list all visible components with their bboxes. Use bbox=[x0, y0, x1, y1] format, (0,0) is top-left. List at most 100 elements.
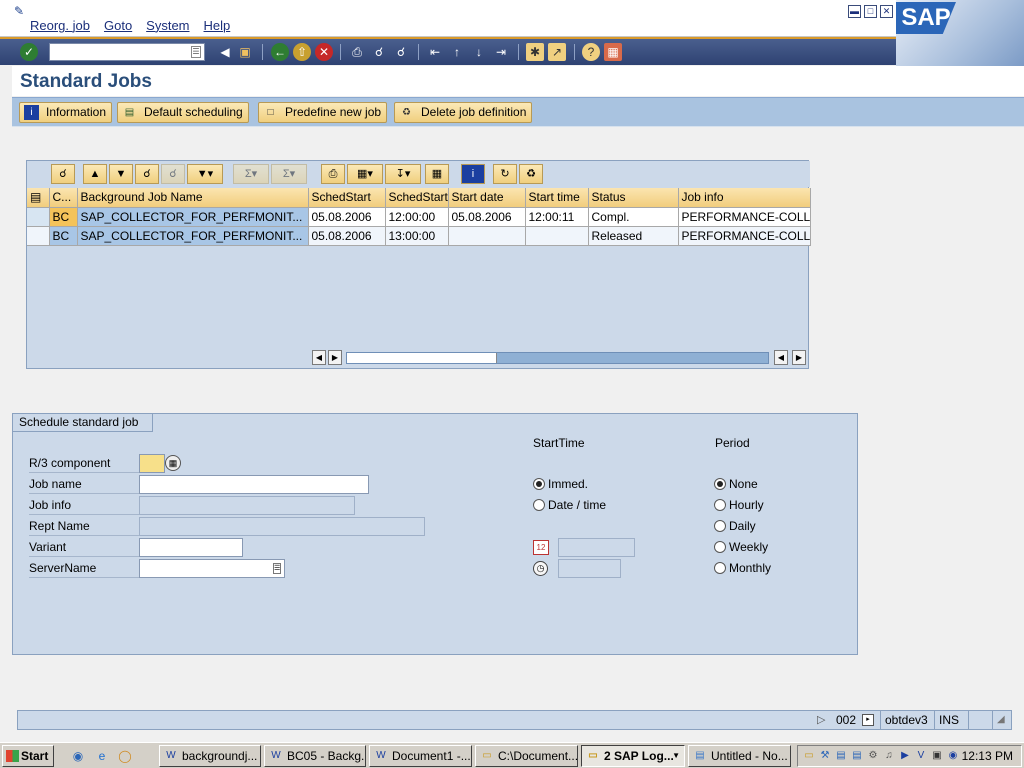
scrollbar-track[interactable] bbox=[346, 352, 769, 364]
info-icon[interactable]: i bbox=[461, 164, 485, 184]
column-header[interactable]: Start time bbox=[525, 188, 589, 208]
column-header[interactable]: Job info bbox=[678, 188, 811, 208]
scroll-left-icon[interactable]: ◀ bbox=[774, 350, 788, 365]
default-scheduling-button[interactable]: ▤ Default scheduling bbox=[117, 102, 249, 123]
views-icon[interactable]: ▦▾ bbox=[347, 164, 383, 184]
select-all-icon[interactable]: ▤ bbox=[27, 188, 50, 208]
exit-icon[interactable]: ⇧ bbox=[293, 43, 311, 61]
start-immediate-radio[interactable] bbox=[533, 478, 545, 490]
delete-job-definition-button[interactable]: ♻ Delete job definition bbox=[394, 102, 533, 123]
tray-settings-icon[interactable]: ⚙ bbox=[866, 749, 880, 763]
next-page-icon[interactable]: ↓ bbox=[470, 43, 488, 61]
sap-logon-icon[interactable]: ◉ bbox=[69, 747, 87, 765]
horizontal-scrollbar[interactable]: ◀ ▶ ◀ ▶ bbox=[310, 350, 810, 366]
predefine-new-job-button[interactable]: □ Predefine new job bbox=[258, 102, 388, 123]
find-next-icon[interactable]: ☌ bbox=[392, 43, 410, 61]
resize-grip-icon[interactable]: ◢ bbox=[992, 711, 1012, 729]
status-expand-icon[interactable]: ▷ bbox=[817, 713, 825, 726]
back-icon[interactable]: ← bbox=[271, 43, 289, 61]
last-page-icon[interactable]: ⇥ bbox=[492, 43, 510, 61]
menu-system[interactable]: System bbox=[146, 18, 189, 33]
r3-component-input[interactable] bbox=[139, 454, 165, 473]
sort-ascending-icon[interactable]: ▲ bbox=[83, 164, 107, 184]
tray-sync-icon[interactable]: ▤ bbox=[850, 749, 864, 763]
first-page-icon[interactable]: ⇤ bbox=[426, 43, 444, 61]
export-icon[interactable]: ↧▾ bbox=[385, 164, 421, 184]
print-preview-icon[interactable]: ⎙ bbox=[321, 164, 345, 184]
table-row[interactable]: BC SAP_COLLECTOR_FOR_PERFMONIT... 05.08.… bbox=[27, 207, 811, 227]
layout-icon[interactable]: ▦ bbox=[425, 164, 449, 184]
back-arrow-icon[interactable]: ◀ bbox=[216, 43, 234, 61]
internet-explorer-icon[interactable]: e bbox=[93, 747, 111, 765]
table-row[interactable]: BC SAP_COLLECTOR_FOR_PERFMONIT... 05.08.… bbox=[27, 226, 811, 246]
tray-media-icon[interactable]: ▶ bbox=[898, 749, 912, 763]
start-date-time-radio[interactable] bbox=[533, 499, 545, 511]
command-history-icon[interactable]: ☰ bbox=[191, 46, 201, 58]
information-button[interactable]: i Information bbox=[19, 102, 113, 123]
tray-network-icon[interactable]: ⚒ bbox=[818, 749, 832, 763]
tray-volume-icon[interactable]: ♫ bbox=[882, 749, 896, 763]
restore-icon[interactable]: □ bbox=[864, 5, 877, 18]
trash-icon[interactable]: ♻ bbox=[519, 164, 543, 184]
tray-shield-icon[interactable]: V bbox=[914, 749, 928, 763]
refresh-icon[interactable]: ↻ bbox=[493, 164, 517, 184]
print-icon[interactable]: ⎙ bbox=[348, 43, 366, 61]
command-field[interactable]: ☰ bbox=[49, 43, 205, 61]
session-list-icon[interactable]: ▸ bbox=[862, 714, 874, 726]
task-bc05[interactable]: W BC05 - Backg... bbox=[264, 745, 366, 767]
tray-folder-icon[interactable]: ▭ bbox=[802, 749, 816, 763]
menu-reorg-job[interactable]: Reorg. job bbox=[30, 18, 90, 33]
tray-messenger-icon[interactable]: ◉ bbox=[946, 749, 960, 763]
help-icon[interactable]: ? bbox=[582, 43, 600, 61]
column-header[interactable]: Background Job Name bbox=[77, 188, 309, 208]
find-icon[interactable]: ☌ bbox=[370, 43, 388, 61]
task-backgroundj[interactable]: W backgroundj... bbox=[159, 745, 261, 767]
task-document1[interactable]: W Document1 -... bbox=[369, 745, 472, 767]
column-header[interactable]: Status bbox=[588, 188, 679, 208]
scroll-first-icon[interactable]: ◀ bbox=[312, 350, 326, 365]
job-name-input[interactable] bbox=[139, 475, 369, 494]
menu-help[interactable]: Help bbox=[204, 18, 231, 33]
period-daily-radio[interactable] bbox=[714, 520, 726, 532]
period-monthly-radio[interactable] bbox=[714, 562, 726, 574]
task-documents-folder[interactable]: ▭ C:\Document... bbox=[475, 745, 578, 767]
task-sap-logon[interactable]: ▭ 2 SAP Log... ▼ bbox=[581, 745, 685, 767]
cancel-icon[interactable]: ✕ bbox=[315, 43, 333, 61]
column-header[interactable]: SchedStart bbox=[385, 188, 449, 208]
column-header[interactable]: SchedStart bbox=[308, 188, 386, 208]
start-button[interactable]: Start bbox=[2, 745, 54, 767]
previous-page-icon[interactable]: ↑ bbox=[448, 43, 466, 61]
scrollbar-thumb[interactable] bbox=[347, 353, 497, 363]
minimize-icon[interactable]: ▬ bbox=[848, 5, 861, 18]
find-icon[interactable]: ☌ bbox=[135, 164, 159, 184]
server-name-dropdown-icon[interactable]: ☰ bbox=[273, 563, 281, 574]
period-hourly-radio[interactable] bbox=[714, 499, 726, 511]
scroll-right-icon[interactable]: ▶ bbox=[328, 350, 342, 365]
close-icon[interactable]: ✕ bbox=[880, 5, 893, 18]
task-group-arrow-icon[interactable]: ▼ bbox=[672, 746, 680, 766]
sort-descending-icon[interactable]: ▼ bbox=[109, 164, 133, 184]
possible-entries-icon[interactable]: ▦ bbox=[165, 455, 181, 471]
layout-icon[interactable]: ▦ bbox=[604, 43, 622, 61]
period-none-radio[interactable] bbox=[714, 478, 726, 490]
filter-icon[interactable]: ▼▾ bbox=[187, 164, 223, 184]
enter-icon[interactable]: ✓ bbox=[20, 43, 38, 61]
create-session-icon[interactable]: ✱ bbox=[526, 43, 544, 61]
period-weekly-radio[interactable] bbox=[714, 541, 726, 553]
variant-input[interactable] bbox=[139, 538, 243, 557]
shortcut-icon[interactable]: ↗ bbox=[548, 43, 566, 61]
system-menu-icon[interactable]: ✎ bbox=[14, 4, 30, 18]
scroll-last-icon[interactable]: ▶ bbox=[792, 350, 806, 365]
details-icon[interactable]: ☌ bbox=[51, 164, 75, 184]
column-header[interactable]: C... bbox=[49, 188, 78, 208]
server-name-input[interactable]: ☰ bbox=[139, 559, 285, 578]
column-header[interactable]: Start date bbox=[448, 188, 526, 208]
outlook-icon[interactable]: ◯ bbox=[116, 747, 134, 765]
menu-goto[interactable]: Goto bbox=[104, 18, 132, 33]
tray-monitor-icon[interactable]: ▣ bbox=[930, 749, 944, 763]
row-selector[interactable] bbox=[27, 207, 50, 227]
task-notepad[interactable]: ▤ Untitled - No... bbox=[688, 745, 791, 767]
tray-connection-icon[interactable]: ▤ bbox=[834, 749, 848, 763]
row-selector[interactable] bbox=[27, 226, 50, 246]
save-icon[interactable]: ▣ bbox=[236, 43, 254, 61]
